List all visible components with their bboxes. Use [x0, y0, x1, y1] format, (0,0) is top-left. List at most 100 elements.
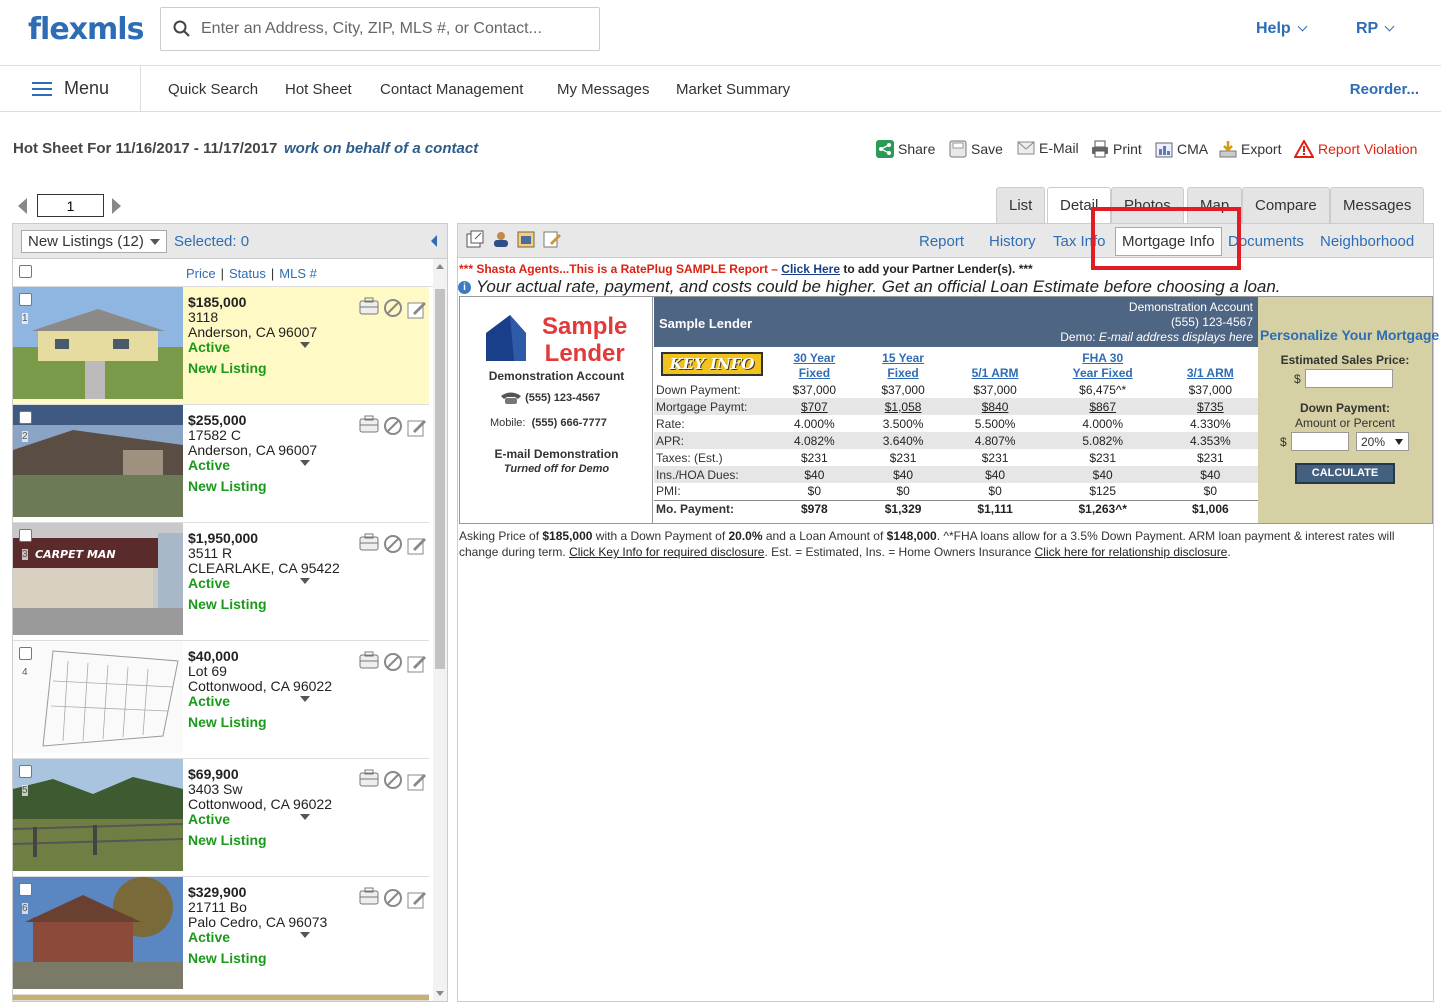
scroll-down-icon[interactable]: [436, 991, 444, 996]
page-number-input[interactable]: [37, 194, 104, 217]
nav-contact-management[interactable]: Contact Management: [380, 81, 523, 98]
listing-checkbox[interactable]: [19, 293, 32, 306]
status-dropdown-icon[interactable]: [300, 460, 310, 466]
rate-cell: $0: [896, 484, 910, 499]
listing-item[interactable]: 4 $40,000 Lot 69 Cottonwood, CA 96022 Ac…: [13, 641, 429, 759]
listing-photo[interactable]: [13, 405, 183, 517]
status-dropdown-icon[interactable]: [300, 696, 310, 702]
report-violation-button[interactable]: Report Violation: [1293, 138, 1417, 161]
scrollbar-thumb[interactable]: [435, 289, 445, 669]
svg-text:CARPET MAN: CARPET MAN: [35, 548, 116, 561]
scroll-up-icon[interactable]: [436, 264, 444, 269]
detail-link-report[interactable]: Report: [919, 233, 964, 250]
listing-checkbox[interactable]: [19, 529, 32, 542]
sort-price[interactable]: Price: [186, 266, 216, 281]
listing-item[interactable]: 6 $329,900 21711 Bo Palo Cedro, CA 96073…: [13, 877, 429, 995]
page-title: Hot Sheet For 11/16/2017 - 11/17/2017: [13, 140, 278, 157]
search-input[interactable]: [201, 16, 591, 42]
status-dropdown-icon[interactable]: [300, 932, 310, 938]
listing-photo[interactable]: CARPET MAN: [13, 523, 183, 635]
share-button[interactable]: Share: [876, 140, 935, 161]
print-button[interactable]: Print: [1091, 140, 1142, 161]
listing-checkbox[interactable]: [19, 647, 32, 660]
col-15yr-fixed[interactable]: 15 Year Fixed: [882, 351, 924, 380]
click-here-link[interactable]: Click Here: [781, 262, 840, 276]
select-all-checkbox[interactable]: [19, 265, 32, 278]
status-dropdown-icon[interactable]: [300, 814, 310, 820]
rate-cell[interactable]: $1,058: [858, 398, 948, 415]
est-price-input[interactable]: [1305, 369, 1393, 388]
listing-checkbox[interactable]: [19, 765, 32, 778]
key-info-button[interactable]: KEY INFO: [661, 352, 763, 376]
listing-item[interactable]: 2 $255,000 17582 C Anderson, CA 96007 Ac…: [13, 405, 429, 523]
listing-item[interactable]: [13, 995, 429, 1001]
calendar-icon[interactable]: [517, 230, 535, 251]
tab-messages[interactable]: Messages: [1330, 187, 1425, 223]
contact-icon[interactable]: [492, 230, 510, 251]
sort-status[interactable]: Status: [229, 266, 266, 281]
nav-my-messages[interactable]: My Messages: [557, 81, 650, 98]
listing-checkbox[interactable]: [19, 883, 32, 896]
email-button[interactable]: E-Mail: [1017, 140, 1079, 158]
menu-button[interactable]: Menu: [32, 78, 109, 100]
rate-cell[interactable]: $735: [1162, 398, 1258, 415]
collapse-panel-icon[interactable]: [431, 235, 437, 247]
down-percent-select[interactable]: 20%: [1356, 432, 1409, 451]
save-button[interactable]: Save: [949, 140, 1003, 161]
rate-cell[interactable]: $867: [1042, 398, 1163, 415]
relationship-disclosure-link[interactable]: Click here for relationship disclosure: [1035, 545, 1228, 559]
listing-photo[interactable]: [13, 287, 183, 399]
selected-count[interactable]: Selected: 0: [174, 233, 249, 250]
status-dropdown-icon[interactable]: [300, 342, 310, 348]
cma-button[interactable]: CMA: [1155, 140, 1208, 161]
notes-icon[interactable]: [543, 230, 561, 251]
listing-checkbox[interactable]: [19, 411, 32, 424]
listing-price[interactable]: $329,900: [188, 885, 327, 900]
nav-hot-sheet[interactable]: Hot Sheet: [285, 81, 352, 98]
listing-photo[interactable]: [13, 759, 183, 871]
next-page-icon[interactable]: [112, 198, 121, 214]
listing-photo[interactable]: [13, 641, 183, 753]
tab-compare[interactable]: Compare: [1242, 187, 1330, 223]
col-30yr-fixed[interactable]: 30 Year Fixed: [793, 351, 835, 380]
col-fha-30[interactable]: FHA 30 Year Fixed: [1073, 351, 1133, 380]
listing-photo[interactable]: [13, 877, 183, 989]
prev-page-icon[interactable]: [18, 198, 27, 214]
listing-item[interactable]: CARPET MAN 3 $1,950,000 3511 R CLEARLAKE…: [13, 523, 429, 641]
tab-list[interactable]: List: [996, 187, 1046, 223]
key-info-disclosure-link[interactable]: Click Key Info for required disclosure: [569, 545, 764, 559]
rate-table-header-row: KEY INFO 30 Year Fixed 15 Year Fixed 5/1 A…: [654, 347, 1258, 381]
listing-item[interactable]: 1 $185,000 3118 Anderson, CA 96007 Activ…: [13, 287, 429, 405]
flexmls-logo[interactable]: flexmls: [28, 12, 144, 47]
listing-filter-dropdown[interactable]: New Listings (12): [21, 230, 167, 253]
listing-price[interactable]: $40,000: [188, 649, 332, 664]
listing-price[interactable]: $255,000: [188, 413, 317, 428]
search-box[interactable]: [160, 7, 600, 51]
reorder-link[interactable]: Reorder...: [1350, 81, 1419, 98]
listing-price[interactable]: $69,900: [188, 767, 332, 782]
detail-link-history[interactable]: History: [989, 233, 1036, 250]
col-3-1-arm[interactable]: 3/1 ARM: [1187, 366, 1234, 380]
popout-icon[interactable]: [466, 230, 484, 251]
rate-cell[interactable]: $840: [947, 398, 1043, 415]
rate-demo-phone: (555) 123-4567: [1170, 315, 1253, 329]
export-button[interactable]: Export: [1219, 140, 1281, 161]
detail-link-neighborhood[interactable]: Neighborhood: [1320, 233, 1414, 250]
rateplug-notice-post: to add your Partner Lender(s). ***: [840, 262, 1033, 276]
listing-item[interactable]: 5 $69,900 3403 Sw Cottonwood, CA 96022 A…: [13, 759, 429, 877]
listing-scrollbar[interactable]: [433, 259, 447, 1001]
listing-price[interactable]: $185,000: [188, 295, 317, 310]
status-dropdown-icon[interactable]: [300, 578, 310, 584]
nav-quick-search[interactable]: Quick Search: [168, 81, 258, 98]
work-on-behalf-link[interactable]: work on behalf of a contact: [284, 140, 478, 157]
rate-cell[interactable]: $707: [770, 398, 859, 415]
listing-actions: [358, 533, 428, 560]
help-menu[interactable]: Help: [1256, 20, 1308, 38]
down-amount-input[interactable]: [1291, 432, 1349, 451]
user-menu[interactable]: RP: [1356, 20, 1395, 38]
col-5-1-arm[interactable]: 5/1 ARM: [972, 366, 1019, 380]
calculate-button[interactable]: CALCULATE: [1295, 463, 1395, 484]
sort-mls[interactable]: MLS #: [279, 266, 317, 281]
listing-price[interactable]: $1,950,000: [188, 531, 340, 546]
nav-market-summary[interactable]: Market Summary: [676, 81, 790, 98]
